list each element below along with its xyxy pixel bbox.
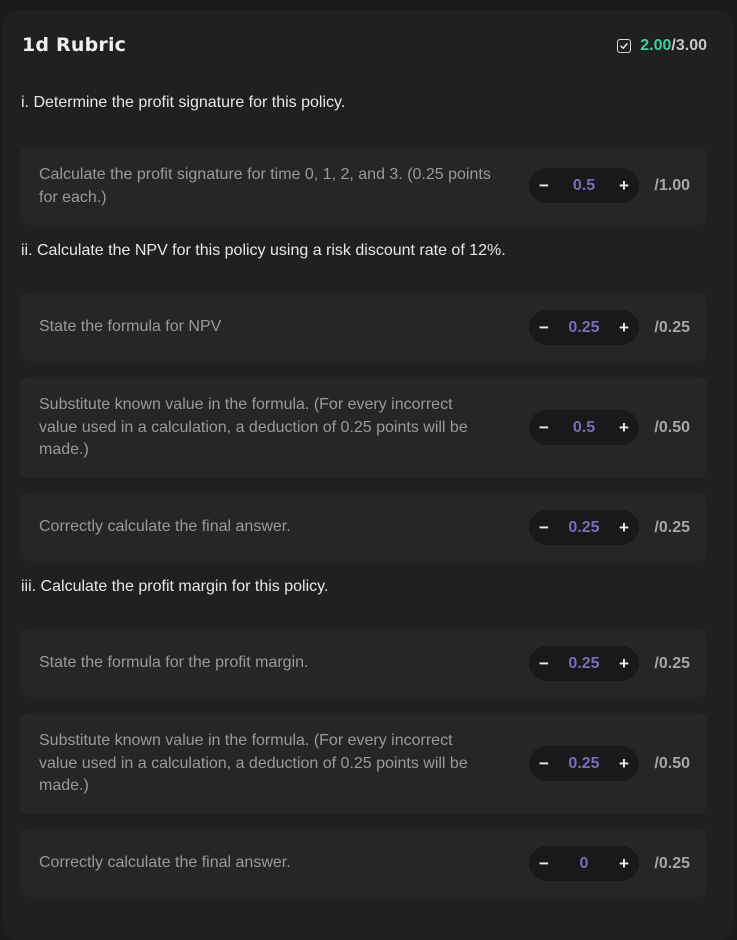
score-stepper: − 0.25 + (529, 746, 639, 781)
criterion-card: Substitute known value in the formula. (… (20, 713, 707, 814)
rubric-score: 2.00 /3.00 (617, 37, 707, 55)
criterion-card: Correctly calculate the final answer. − … (20, 493, 707, 561)
decrement-button[interactable]: − (535, 318, 553, 338)
increment-button[interactable]: + (615, 418, 633, 438)
criterion-card: Substitute known value in the formula. (… (20, 377, 707, 478)
stepper-value[interactable]: 0.25 (553, 319, 615, 337)
criterion-card: State the formula for NPV − 0.25 + /0.25 (20, 293, 707, 361)
rubric-title: 1d Rubric (22, 34, 127, 56)
section-title: i. Determine the profit signature for th… (21, 94, 346, 111)
stepper-value[interactable]: 0.25 (553, 655, 615, 673)
rubric-panel: 1d Rubric 2.00 /3.00 i. Determine the pr… (3, 10, 733, 940)
stepper-value[interactable]: 0.25 (553, 519, 615, 537)
score-stepper: − 0.5 + (529, 410, 639, 445)
section-title: iii. Calculate the profit margin for thi… (21, 578, 329, 595)
increment-button[interactable]: + (615, 176, 633, 196)
decrement-button[interactable]: − (535, 418, 553, 438)
criterion-card: Calculate the profit signature for time … (20, 147, 707, 225)
criterion-max: /0.25 (654, 319, 690, 336)
criterion-max: /0.25 (654, 855, 690, 872)
stepper-value[interactable]: 0.25 (553, 755, 615, 773)
criterion-max: /0.50 (654, 419, 690, 436)
criterion-description: State the formula for the profit margin. (39, 654, 309, 671)
increment-button[interactable]: + (615, 654, 633, 674)
decrement-button[interactable]: − (535, 518, 553, 538)
score-stepper: − 0.25 + (529, 310, 639, 345)
stepper-value[interactable]: 0.5 (553, 177, 615, 195)
checkbox-check-icon (617, 39, 632, 53)
criterion-description: Correctly calculate the final answer. (39, 518, 291, 535)
increment-button[interactable]: + (615, 318, 633, 338)
stepper-value[interactable]: 0 (553, 855, 615, 873)
increment-button[interactable]: + (615, 518, 633, 538)
criterion-max: /1.00 (654, 177, 690, 194)
rubric-header: 1d Rubric 2.00 /3.00 (3, 10, 733, 82)
decrement-button[interactable]: − (535, 176, 553, 196)
increment-button[interactable]: + (615, 754, 633, 774)
criterion-description: Correctly calculate the final answer. (39, 854, 291, 871)
criterion-card: Correctly calculate the final answer. − … (20, 829, 707, 897)
increment-button[interactable]: + (615, 854, 633, 874)
score-stepper: − 0.25 + (529, 510, 639, 545)
score-stepper: − 0 + (529, 846, 639, 881)
criterion-description: State the formula for NPV (39, 318, 222, 335)
criterion-max: /0.25 (654, 655, 690, 672)
criterion-card: State the formula for the profit margin.… (20, 629, 707, 697)
stepper-value[interactable]: 0.5 (553, 419, 615, 437)
criterion-description: Substitute known value in the formula. (… (39, 732, 468, 794)
criterion-max: /0.50 (654, 755, 690, 772)
decrement-button[interactable]: − (535, 754, 553, 774)
decrement-button[interactable]: − (535, 654, 553, 674)
score-stepper: − 0.5 + (529, 168, 639, 203)
criterion-description: Calculate the profit signature for time … (39, 166, 491, 206)
decrement-button[interactable]: − (535, 854, 553, 874)
criterion-description: Substitute known value in the formula. (… (39, 396, 468, 458)
section-title: ii. Calculate the NPV for this policy us… (21, 242, 506, 259)
criterion-max: /0.25 (654, 519, 690, 536)
score-total: /3.00 (671, 37, 707, 54)
score-stepper: − 0.25 + (529, 646, 639, 681)
score-earned: 2.00 (640, 37, 672, 54)
